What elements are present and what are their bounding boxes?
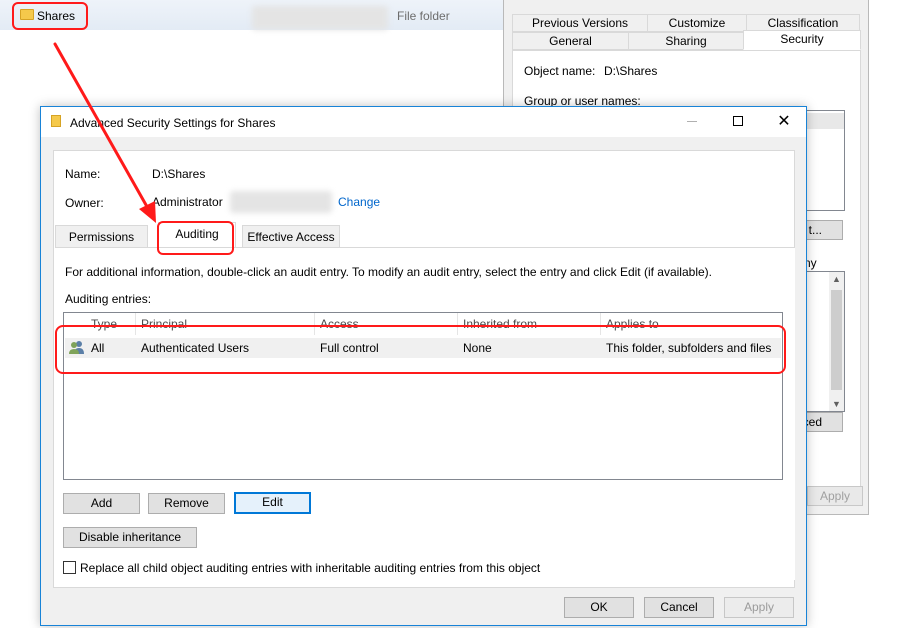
annotation-arrow [53,42,156,223]
arrow-shaft [53,42,152,214]
arrow-head-icon [139,201,156,223]
